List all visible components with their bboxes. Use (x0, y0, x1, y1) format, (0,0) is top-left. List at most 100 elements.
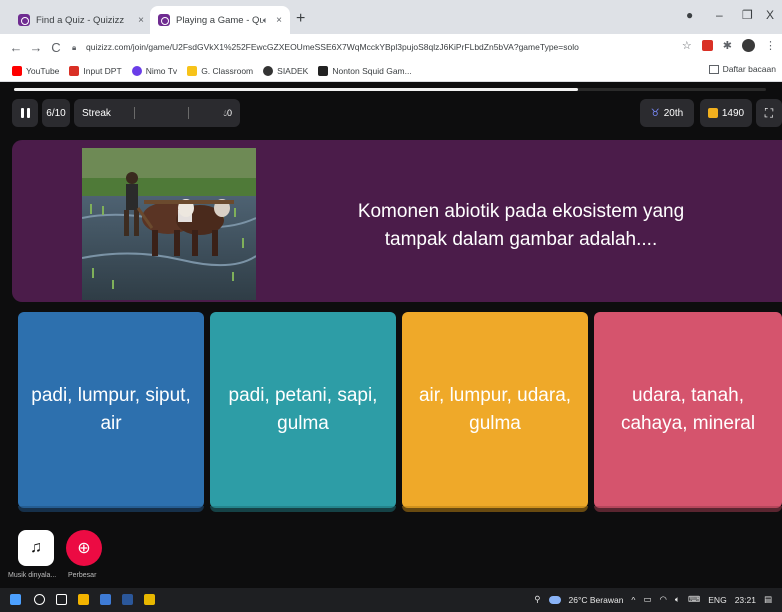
bookmark-nimo-tv[interactable]: Nimo Tv (131, 65, 178, 76)
minimize-button[interactable]: – (716, 8, 723, 22)
answer-option-3[interactable]: air, lumpur, udara, gulma (402, 312, 588, 512)
lock-icon: 🔒︎ (72, 43, 77, 52)
battery-icon[interactable]: ▭ (643, 594, 651, 605)
task-view-icon[interactable] (56, 594, 67, 605)
pause-icon-bar (26, 108, 30, 118)
question-text: Komonen abiotik pada ekosistem yang tamp… (357, 201, 685, 250)
edge-taskbar-icon[interactable] (100, 594, 111, 605)
reading-list-label: Daftar bacaan (722, 64, 776, 74)
bookmark-label: G. Classroom (201, 65, 254, 76)
coin-icon (707, 108, 718, 118)
video-icon (318, 65, 329, 76)
puzzle-icon[interactable]: ✱ (723, 39, 732, 52)
menu-icon[interactable]: ⋮ (765, 39, 776, 52)
language-indicator[interactable]: ENG (708, 595, 726, 605)
quiz-page: 6/10 Streak 💧︎0 ♉︎ 20th 1490 ⛶ Komonen a… (0, 82, 782, 588)
youtube-icon (12, 65, 22, 76)
bookmark-label: Nimo Tv (145, 65, 178, 76)
rank-value: 20th (663, 107, 684, 119)
star-icon[interactable]: ☆ (682, 39, 692, 52)
streak-value: 💧︎0 (223, 107, 232, 118)
zoom-in-icon: ⊕ (77, 540, 91, 557)
taskbar: ⚲ 26°C Berawan ^ ▭ ◠ 🔈︎ ⌨ ENG 23:21 ▤ (0, 588, 782, 612)
zoom-button[interactable]: ⊕ (66, 530, 102, 566)
fullscreen-button[interactable]: ⛶ (756, 99, 782, 127)
bookmark-label: Input DPT (83, 65, 122, 76)
medal-icon: ♉︎ (650, 107, 660, 119)
score-value: 1490 (721, 107, 745, 119)
tab-playing-game[interactable]: Playing a Game - Quizizz 🔈︎ × (150, 6, 290, 34)
extension-icon[interactable] (701, 40, 713, 51)
windows-start-icon[interactable] (10, 594, 21, 605)
bookmark-input-dpt[interactable]: Input DPT (69, 65, 122, 76)
toolbar-icons: ☆ ✱ ⋮ (682, 39, 776, 52)
music-toggle-button[interactable]: ♫ (18, 530, 54, 566)
people-icon[interactable]: ⚲ (534, 594, 540, 605)
system-tray: ⚲ 26°C Berawan ^ ▭ ◠ 🔈︎ ⌨ ENG 23:21 ▤ (534, 594, 772, 605)
maximize-button[interactable]: ❐ (742, 8, 753, 22)
keyboard-icon[interactable]: ⌨ (688, 594, 700, 605)
weather-icon (548, 595, 561, 604)
streak-label: Streak (82, 107, 111, 119)
word-taskbar-icon[interactable] (122, 594, 133, 605)
quizizz-favicon-icon (158, 14, 170, 26)
question-panel: Komonen abiotik pada ekosistem yang tamp… (12, 140, 782, 302)
bookmark-siadek[interactable]: SIADEK (263, 65, 309, 76)
tab-close-icon[interactable]: × (138, 15, 144, 26)
bookmark-youtube[interactable]: YouTube (12, 65, 60, 76)
answer-options: padi, lumpur, siput, air padi, petani, s… (18, 312, 782, 512)
bookmark-label: SIADEK (277, 65, 309, 76)
bookmarks-bar: YouTube Input DPT Nimo Tv G. Classroom S… (0, 60, 782, 82)
bookmark-squid-game[interactable]: Nonton Squid Gam... (318, 65, 412, 76)
file-explorer-icon[interactable] (144, 594, 155, 605)
back-icon[interactable]: ← (6, 40, 26, 55)
zoom-label: Perbesar (68, 572, 97, 579)
new-tab-button[interactable]: + (296, 10, 305, 28)
bookmark-classroom[interactable]: G. Classroom (187, 65, 254, 76)
reading-list-button[interactable]: Daftar bacaan (708, 64, 776, 74)
classroom-icon (187, 65, 198, 76)
fullscreen-icon: ⛶ (764, 105, 774, 120)
bookmark-label: YouTube (26, 65, 60, 76)
address-bar-row: ← → C 🔒︎ quizizz.com/join/game/U2FsdGVkX… (0, 34, 782, 60)
avatar[interactable] (742, 39, 755, 52)
question-image (82, 148, 256, 300)
music-note-icon: ♫ (30, 539, 42, 556)
clock[interactable]: 23:21 (735, 595, 756, 605)
profile-icon[interactable]: ● (686, 8, 693, 22)
pause-button[interactable] (12, 99, 38, 127)
quizizz-favicon-icon (18, 14, 30, 26)
score-badge: 1490 (700, 99, 752, 127)
reading-list-icon (708, 64, 719, 74)
close-window-button[interactable]: X (766, 8, 774, 22)
answer-option-4[interactable]: udara, tanah, cahaya, mineral (594, 312, 782, 512)
speaker-icon[interactable]: 🔈︎ (263, 15, 268, 26)
quiz-progress-fill (14, 88, 578, 91)
search-icon[interactable] (34, 594, 45, 605)
weather-text[interactable]: 26°C Berawan (569, 595, 624, 605)
answer-option-2[interactable]: padi, petani, sapi, gulma (210, 312, 396, 512)
answer-option-1[interactable]: padi, lumpur, siput, air (18, 312, 204, 512)
forward-icon[interactable]: → (26, 40, 46, 55)
streak-divider (188, 107, 189, 119)
tab-close-icon[interactable]: × (276, 15, 282, 26)
chrome-taskbar-icon[interactable] (78, 594, 89, 605)
url-text: quizizz.com/join/game/U2FsdGVkX1%252FEwc… (86, 42, 579, 52)
streak-divider (134, 107, 135, 119)
chevron-up-icon[interactable]: ^ (631, 595, 635, 605)
music-toggle-label: Musik dinyala... (8, 572, 57, 579)
volume-icon[interactable]: 🔈︎ (675, 594, 680, 605)
tab-title: Playing a Game - Quizizz (176, 14, 263, 26)
tab-find-quiz[interactable]: Find a Quiz - Quizizz × (10, 6, 152, 34)
quiz-progress-bar (14, 88, 766, 91)
globe-icon (263, 65, 274, 76)
streak-bar: Streak 💧︎0 (74, 99, 240, 127)
rank-badge: ♉︎ 20th (640, 99, 694, 127)
url-field[interactable]: 🔒︎ quizizz.com/join/game/U2FsdGVkX1%252F… (64, 37, 684, 57)
reload-icon[interactable]: C (46, 40, 66, 55)
bookmark-icon (69, 65, 80, 76)
notification-icon[interactable]: ▤ (764, 594, 772, 605)
tab-title: Find a Quiz - Quizizz (36, 14, 125, 26)
wifi-icon[interactable]: ◠ (659, 594, 666, 605)
pause-icon (20, 108, 24, 118)
